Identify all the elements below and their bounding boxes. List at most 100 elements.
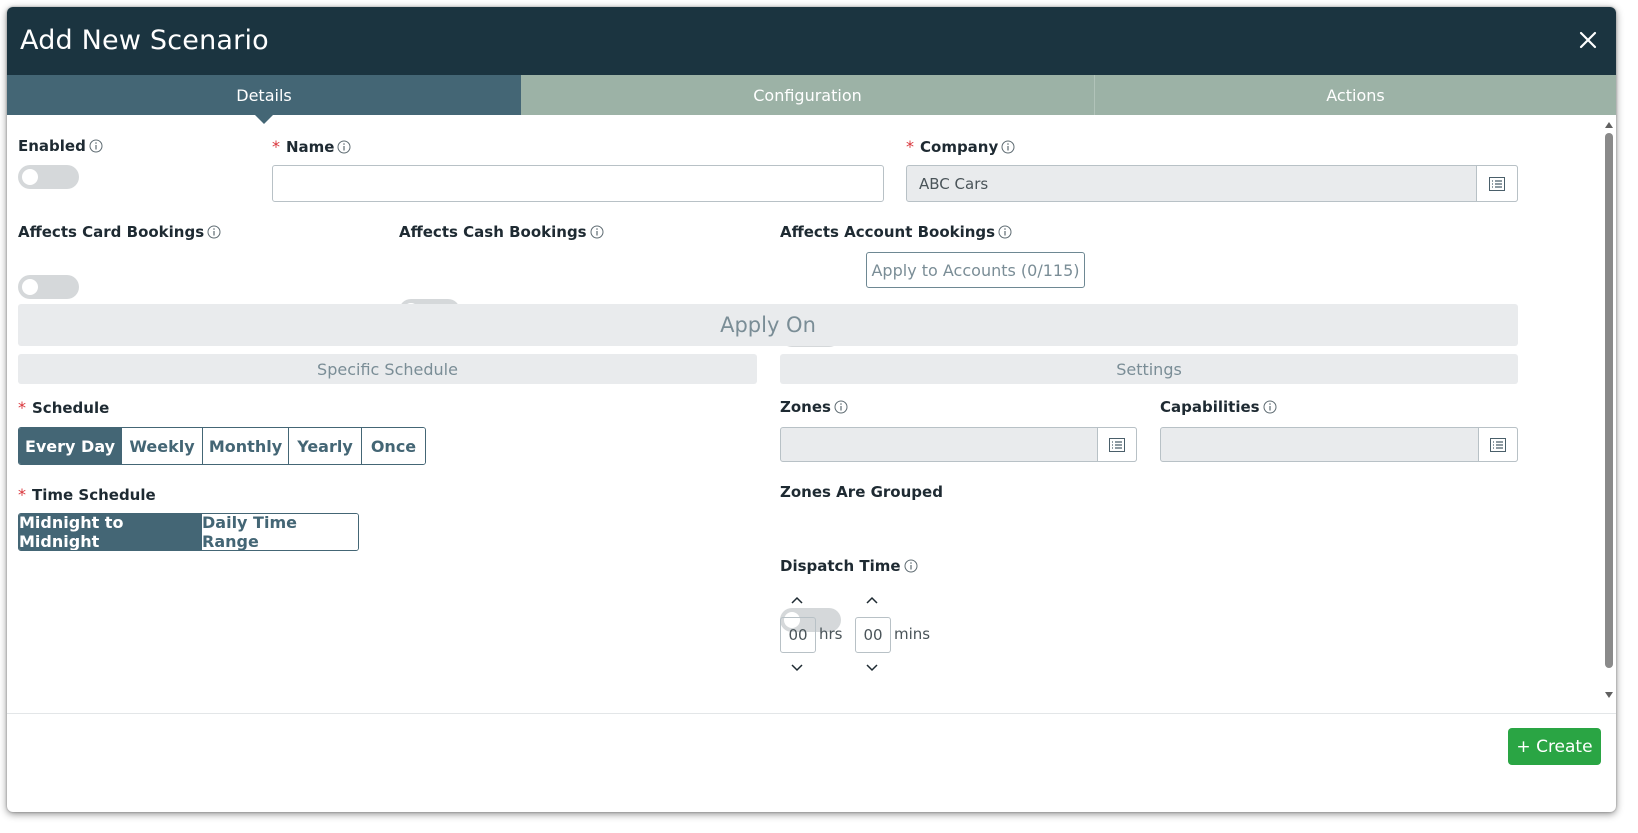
company-value: ABC Cars — [919, 174, 989, 193]
dialog-title: Add New Scenario — [20, 25, 269, 56]
toggle-knob — [22, 169, 38, 185]
company-picker-button[interactable] — [1476, 165, 1518, 202]
create-button[interactable]: + Create — [1508, 728, 1601, 765]
zones-input — [780, 427, 1137, 462]
name-label-text: Name — [286, 137, 335, 156]
list-icon — [1109, 437, 1125, 452]
scrollbar-graphic — [1605, 122, 1613, 698]
time-option-midnight[interactable]: Midnight to Midnight — [19, 514, 201, 550]
capabilities-label: Capabilities — [1160, 398, 1277, 416]
affects-account-label-text: Affects Account Bookings — [780, 223, 996, 241]
schedule-option-label: Monthly — [208, 436, 283, 456]
apply-on-title: Apply On — [720, 313, 816, 337]
info-icon — [590, 225, 604, 239]
tab-configuration[interactable]: Configuration — [521, 75, 1094, 115]
schedule-option-label: Every Day — [24, 436, 116, 456]
time-option-label: Midnight to Midnight — [19, 513, 124, 551]
affects-card-label: Affects Card Bookings — [18, 223, 221, 241]
schedule-option-label: Yearly — [297, 436, 353, 456]
schedule-label: * Schedule — [18, 398, 109, 417]
tab-details-label: Details — [236, 85, 292, 105]
hours-input[interactable]: 00 — [780, 617, 816, 653]
enabled-toggle[interactable] — [18, 165, 79, 189]
schedule-option-yearly[interactable]: Yearly — [288, 428, 361, 464]
name-label: * Name — [272, 137, 351, 156]
schedule-option-monthly[interactable]: Monthly — [202, 428, 288, 464]
tab-configuration-label: Configuration — [753, 85, 862, 105]
required-marker: * — [18, 485, 26, 504]
info-icon — [337, 140, 351, 153]
list-icon — [1490, 437, 1506, 452]
details-panel: Enabled * Name * Company ABC Cars Affect… — [7, 115, 1616, 751]
required-marker: * — [18, 398, 26, 417]
schedule-label-text: Schedule — [32, 398, 110, 417]
schedule-option-once[interactable]: Once — [361, 428, 425, 464]
chevron-down-icon[interactable] — [789, 663, 805, 673]
zones-label: Zones — [780, 398, 848, 416]
tab-bar: Details Configuration Actions — [7, 75, 1616, 124]
required-marker: * — [906, 137, 914, 156]
hours-unit: hrs — [819, 625, 843, 643]
zones-grouped-label: Zones Are Grouped — [780, 483, 943, 501]
chevron-down-icon[interactable] — [864, 663, 880, 673]
company-field: ABC Cars — [906, 165, 1518, 202]
info-icon — [998, 225, 1012, 239]
time-schedule-label-text: Time Schedule — [32, 485, 156, 504]
minutes-value: 00 — [863, 626, 883, 644]
company-label-text: Company — [920, 137, 999, 156]
dialog-footer: + Create — [7, 713, 1616, 812]
time-schedule-segmented-control: Midnight to Midnight Daily Time Range — [18, 513, 359, 551]
specific-schedule-header: Specific Schedule — [18, 354, 757, 384]
apply-on-header: Apply On — [18, 304, 1518, 346]
info-icon — [1001, 140, 1015, 153]
info-icon — [834, 400, 848, 414]
settings-header: Settings — [780, 354, 1518, 384]
chevron-up-icon[interactable] — [789, 595, 805, 605]
name-input[interactable] — [272, 165, 884, 202]
schedule-option-label: Once — [370, 436, 417, 456]
info-icon — [207, 225, 221, 239]
capabilities-picker-button[interactable] — [1478, 427, 1518, 462]
info-icon — [1263, 400, 1277, 414]
tab-details[interactable]: Details — [7, 75, 521, 124]
time-option-daily-range[interactable]: Daily Time Range — [201, 514, 358, 550]
dispatch-time-label-text: Dispatch Time — [780, 557, 901, 575]
create-button-label: + Create — [1516, 736, 1593, 757]
minutes-input[interactable]: 00 — [855, 617, 891, 653]
time-option-label: Daily Time Range — [202, 513, 297, 551]
apply-to-accounts-label: Apply to Accounts (0/115) — [871, 260, 1080, 280]
hours-value: 00 — [788, 626, 808, 644]
affects-card-label-text: Affects Card Bookings — [18, 223, 205, 241]
schedule-option-every-day[interactable]: Every Day — [19, 428, 121, 464]
info-icon — [89, 139, 103, 153]
tab-actions-label: Actions — [1326, 85, 1385, 105]
tab-actions[interactable]: Actions — [1094, 75, 1616, 115]
affects-cash-label-text: Affects Cash Bookings — [399, 223, 587, 241]
capabilities-input — [1160, 427, 1518, 462]
enabled-label: Enabled — [18, 137, 103, 155]
info-icon — [904, 559, 918, 573]
affects-card-toggle[interactable] — [18, 275, 79, 299]
required-marker: * — [272, 137, 280, 156]
settings-title: Settings — [1116, 359, 1182, 379]
schedule-option-weekly[interactable]: Weekly — [121, 428, 202, 464]
zones-label-text: Zones — [780, 398, 831, 416]
apply-to-accounts-button[interactable]: Apply to Accounts (0/115) — [866, 252, 1085, 288]
chevron-up-icon[interactable] — [864, 595, 880, 605]
zones-field — [780, 427, 1137, 462]
capabilities-label-text: Capabilities — [1160, 398, 1260, 416]
enabled-label-text: Enabled — [18, 137, 86, 155]
list-icon — [1489, 176, 1505, 191]
close-icon[interactable] — [1577, 29, 1599, 51]
company-input: ABC Cars — [906, 165, 1518, 202]
company-label: * Company — [906, 137, 1015, 156]
zones-picker-button[interactable] — [1097, 427, 1137, 462]
zones-grouped-label-text: Zones Are Grouped — [780, 483, 943, 501]
toggle-knob — [22, 279, 38, 295]
scrollbar[interactable] — [1602, 115, 1616, 715]
affects-cash-label: Affects Cash Bookings — [399, 223, 604, 241]
affects-account-label: Affects Account Bookings — [780, 223, 1012, 241]
time-schedule-label: * Time Schedule — [18, 485, 156, 504]
schedule-segmented-control: Every Day Weekly Monthly Yearly Once — [18, 427, 426, 465]
capabilities-field — [1160, 427, 1518, 462]
